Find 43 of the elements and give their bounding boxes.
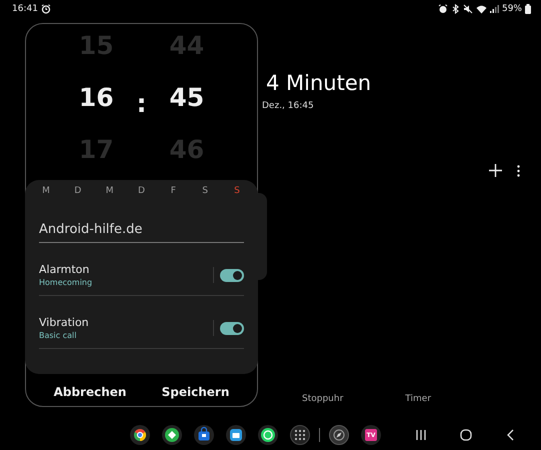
setting-label: Vibration	[39, 316, 90, 329]
dialog-button[interactable]: Speichern	[156, 383, 236, 401]
add-icon[interactable]	[489, 164, 502, 177]
weekday-toggle[interactable]: S	[198, 186, 212, 196]
dialog-button[interactable]: Abbrechen	[48, 383, 132, 401]
setting-value[interactable]: Basic call	[39, 331, 213, 340]
time-separator: :	[136, 88, 146, 120]
shop-app-icon[interactable]	[194, 425, 214, 445]
compass-app-icon[interactable]	[329, 425, 349, 445]
alarm-date-text: Dez., 16:45	[262, 101, 314, 111]
countdown-title: 4 Minuten	[266, 71, 372, 95]
signal-icon	[490, 4, 499, 14]
battery-percentage: 59%	[502, 4, 522, 14]
weekday-toggle[interactable]: M	[102, 186, 117, 196]
alarm-clock-icon	[438, 4, 448, 14]
wifi-icon	[476, 4, 487, 14]
folder-app-icon[interactable]	[226, 425, 246, 445]
weekday-toggle[interactable]: F	[166, 186, 180, 196]
alarm-clock-icon	[40, 4, 51, 14]
recent-apps-icon[interactable]	[415, 429, 427, 441]
app-drawer-icon[interactable]	[290, 425, 310, 445]
minute-value[interactable]: 45	[169, 82, 204, 114]
bluetooth-icon	[450, 4, 460, 14]
weekday-toggle[interactable]: M	[39, 186, 53, 196]
home-icon[interactable]	[460, 429, 472, 441]
weekday-toggle[interactable]: S	[230, 186, 244, 196]
status-time: 16:41	[12, 4, 38, 14]
app-icon[interactable]	[162, 425, 182, 445]
tab[interactable]: Timer	[405, 394, 432, 404]
more-options-icon[interactable]	[517, 164, 520, 176]
chat-app-icon[interactable]	[258, 425, 278, 445]
browser-app-icon[interactable]	[130, 425, 150, 445]
weekday-toggle[interactable]: D	[70, 186, 85, 196]
tab[interactable]: Stoppuhr	[302, 394, 344, 404]
battery-icon	[525, 4, 531, 14]
hour-value[interactable]: 16	[78, 82, 114, 114]
setting-value[interactable]: Homecoming	[39, 278, 213, 287]
mute-icon	[462, 4, 473, 14]
setting-label: Alarmton	[39, 263, 90, 276]
weekday-toggle[interactable]: D	[134, 186, 148, 196]
toggle-switch[interactable]	[220, 322, 244, 334]
toggle-switch[interactable]	[220, 268, 244, 282]
alarm-name-field[interactable]: Android-hilfe.de	[39, 222, 244, 243]
